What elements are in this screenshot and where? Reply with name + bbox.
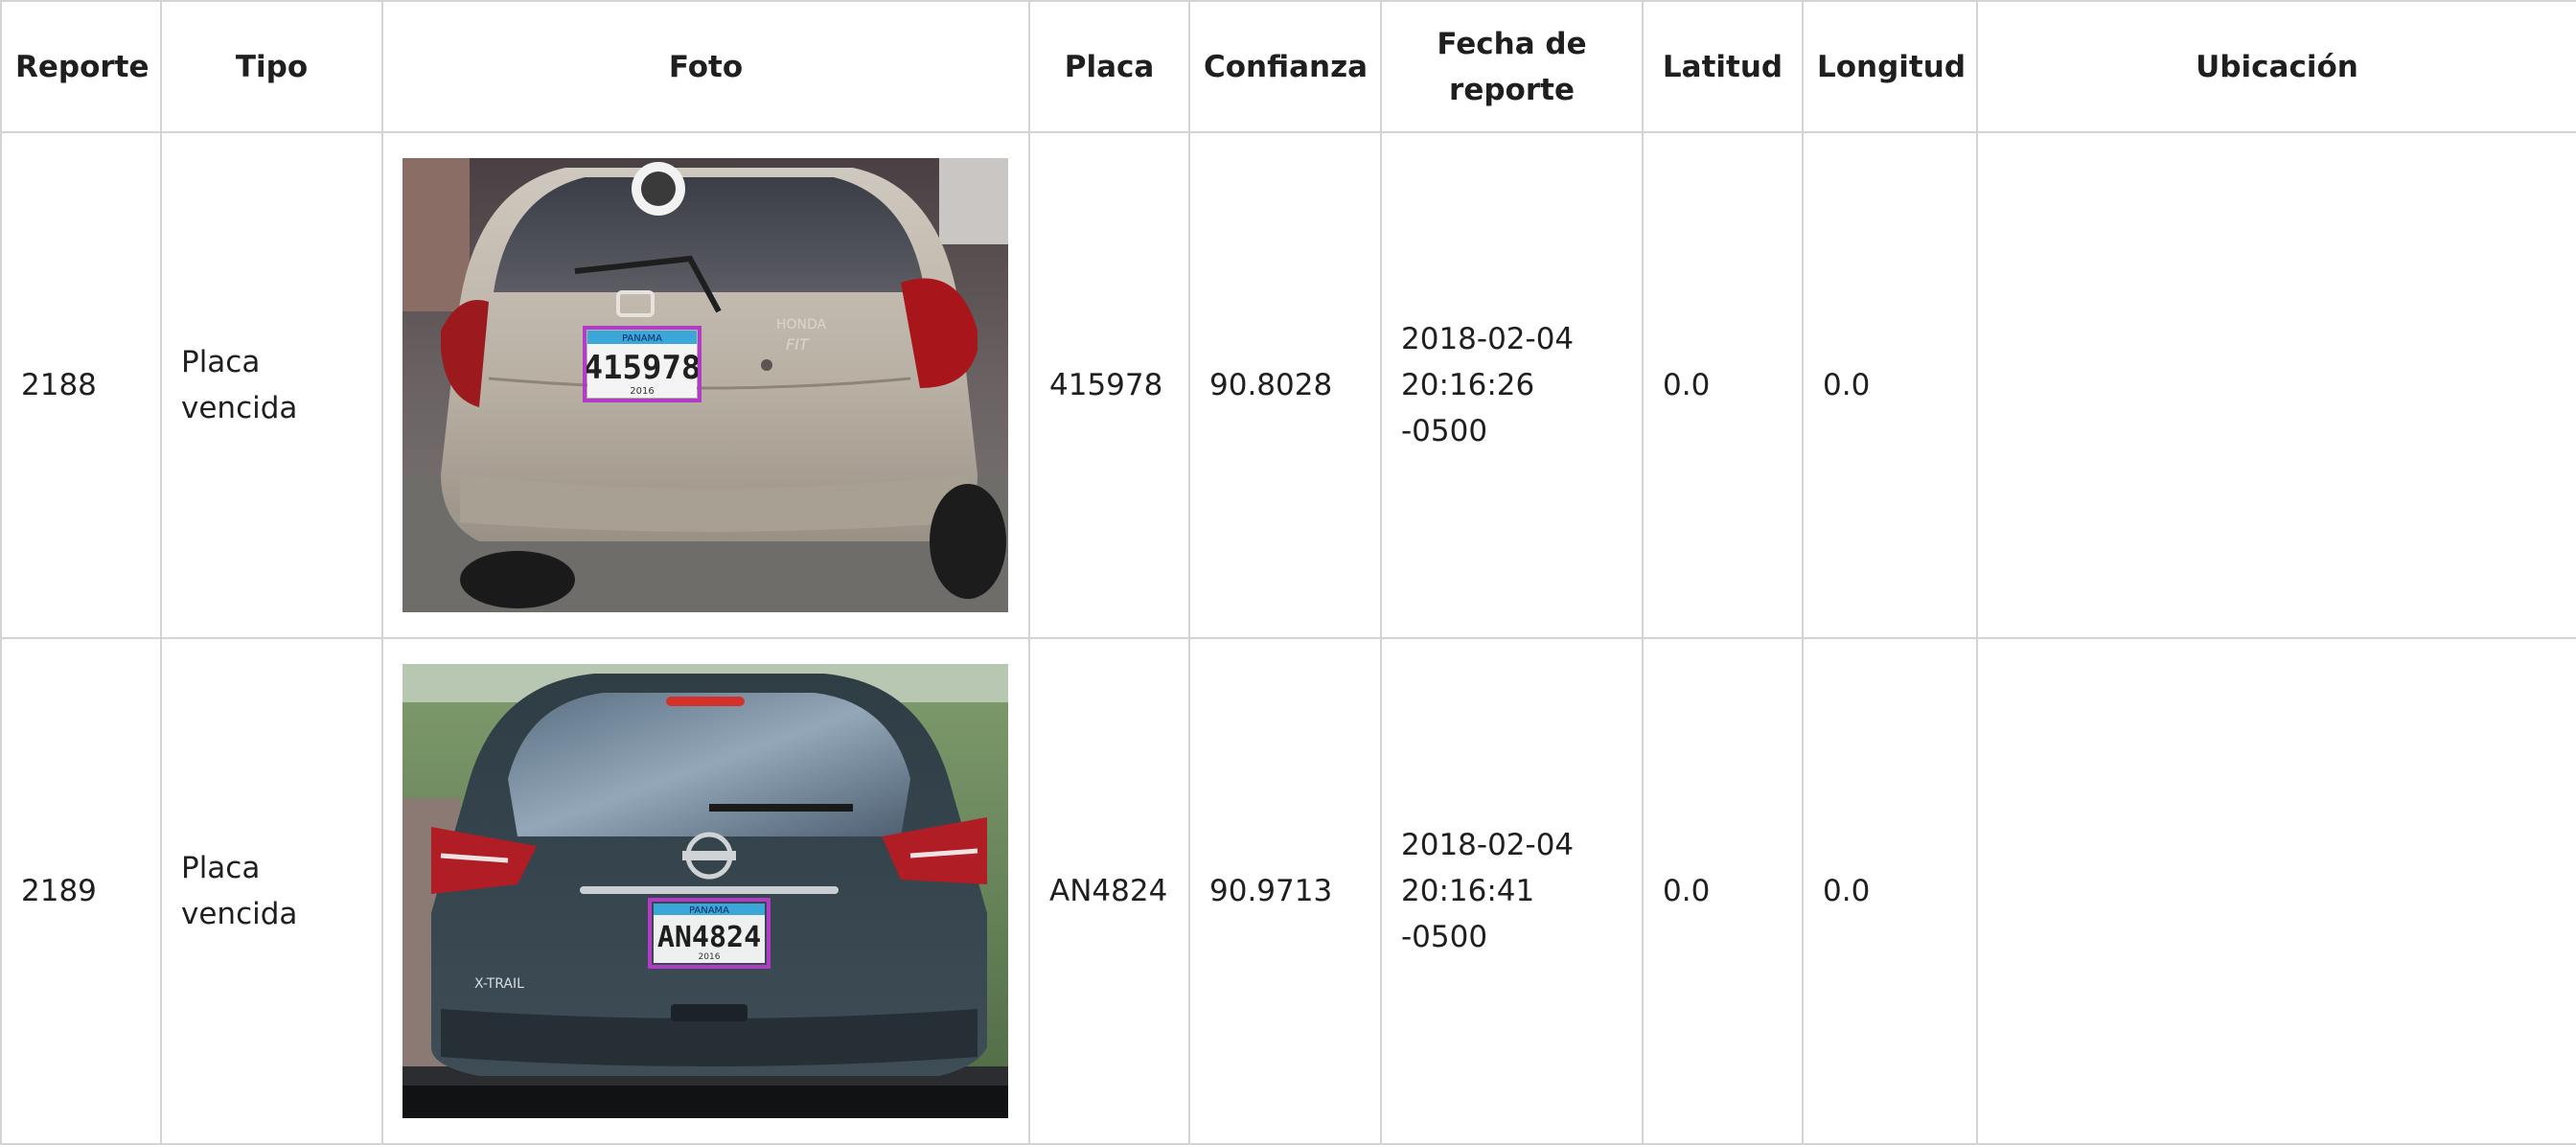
header-placa[interactable]: Placa bbox=[1028, 0, 1190, 133]
vehicle-photo[interactable]: HONDA FIT PANAMA 415978 2016 bbox=[402, 158, 1008, 612]
svg-text:AN4824: AN4824 bbox=[657, 921, 761, 954]
cell-ubicacion bbox=[1976, 637, 2576, 1145]
vehicle-photo-image: HONDA FIT PANAMA 415978 2016 bbox=[402, 158, 1008, 612]
cell-fecha: 2018-02-04 20:16:41 -0500 bbox=[1380, 637, 1644, 1145]
vehicle-photo-image: PANAMA AN4824 2016 X-TRAIL bbox=[402, 664, 1008, 1118]
svg-text:2016: 2016 bbox=[630, 386, 654, 397]
svg-text:415978: 415978 bbox=[584, 349, 702, 387]
header-fecha-line1: Fecha de bbox=[1437, 26, 1587, 61]
header-fecha[interactable]: Fecha de reporte bbox=[1380, 0, 1644, 133]
table-row: 2188 Placa vencida HONDA FIT PANAMA 4159… bbox=[0, 131, 2576, 639]
cell-reporte: 2189 bbox=[0, 637, 162, 1145]
cell-tipo: Placa vencida bbox=[160, 637, 383, 1145]
vehicle-photo[interactable]: PANAMA AN4824 2016 X-TRAIL bbox=[402, 664, 1008, 1118]
cell-fecha-time: 20:16:26 -0500 bbox=[1401, 368, 1535, 448]
svg-text:X-TRAIL: X-TRAIL bbox=[474, 976, 524, 992]
cell-confianza: 90.8028 bbox=[1188, 131, 1382, 639]
svg-text:PANAMA: PANAMA bbox=[689, 905, 729, 916]
cell-ubicacion bbox=[1976, 131, 2576, 639]
cell-tipo-line1: Placa bbox=[181, 345, 261, 379]
cell-tipo: Placa vencida bbox=[160, 131, 383, 639]
svg-text:HONDA: HONDA bbox=[776, 317, 827, 332]
header-fecha-line2: reporte bbox=[1449, 72, 1575, 107]
header-confianza[interactable]: Confianza bbox=[1188, 0, 1382, 133]
header-reporte[interactable]: Reporte bbox=[0, 0, 162, 133]
header-longitud[interactable]: Longitud bbox=[1802, 0, 1978, 133]
cell-longitud: 0.0 bbox=[1802, 131, 1978, 639]
cell-tipo-line2: vencida bbox=[181, 391, 298, 425]
cell-fecha-date: 2018-02-04 bbox=[1401, 828, 1575, 862]
cell-fecha-date: 2018-02-04 bbox=[1401, 322, 1575, 356]
reports-table: Reporte Tipo Foto Placa Confianza Fecha … bbox=[0, 0, 2576, 1145]
cell-placa: 415978 bbox=[1028, 131, 1190, 639]
header-tipo[interactable]: Tipo bbox=[160, 0, 383, 133]
svg-text:PANAMA: PANAMA bbox=[622, 333, 662, 344]
cell-confianza: 90.9713 bbox=[1188, 637, 1382, 1145]
cell-tipo-line1: Placa bbox=[181, 851, 261, 885]
cell-latitud: 0.0 bbox=[1642, 131, 1804, 639]
cell-tipo-line2: vencida bbox=[181, 897, 298, 931]
cell-latitud: 0.0 bbox=[1642, 637, 1804, 1145]
svg-text:2016: 2016 bbox=[699, 952, 721, 962]
cell-reporte: 2188 bbox=[0, 131, 162, 639]
table-row: 2189 Placa vencida PANAMA AN4824 2016 X-… bbox=[0, 637, 2576, 1145]
header-foto[interactable]: Foto bbox=[381, 0, 1030, 133]
cell-longitud: 0.0 bbox=[1802, 637, 1978, 1145]
header-latitud[interactable]: Latitud bbox=[1642, 0, 1804, 133]
header-ubicacion[interactable]: Ubicación bbox=[1976, 0, 2576, 133]
cell-fecha: 2018-02-04 20:16:26 -0500 bbox=[1380, 131, 1644, 639]
svg-text:FIT: FIT bbox=[786, 335, 810, 354]
cell-placa: AN4824 bbox=[1028, 637, 1190, 1145]
cell-foto: HONDA FIT PANAMA 415978 2016 bbox=[381, 131, 1030, 639]
cell-foto: PANAMA AN4824 2016 X-TRAIL bbox=[381, 637, 1030, 1145]
cell-fecha-time: 20:16:41 -0500 bbox=[1401, 874, 1535, 954]
table-header-row: Reporte Tipo Foto Placa Confianza Fecha … bbox=[0, 0, 2576, 133]
